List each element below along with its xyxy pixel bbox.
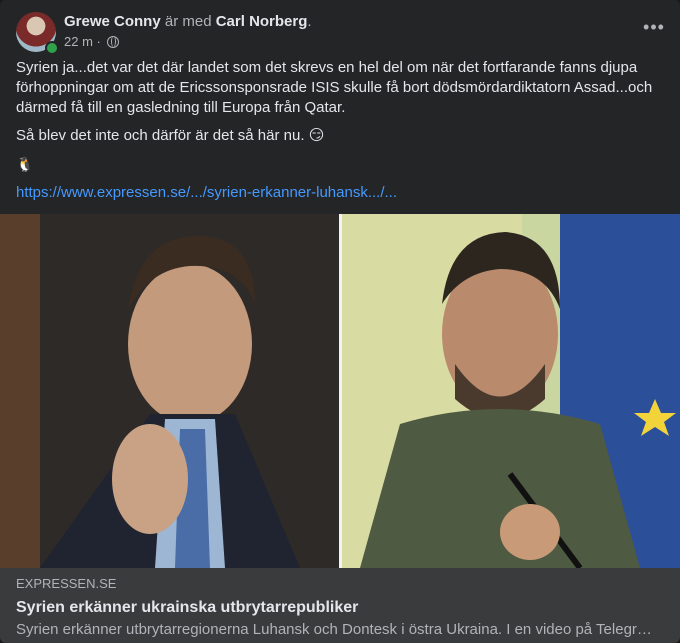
link-preview-image[interactable]: [0, 214, 680, 568]
period: .: [307, 13, 312, 30]
author-line: Grewe Conny är med Carl Norberg.: [64, 13, 312, 31]
article-link[interactable]: https://www.expressen.se/.../syrien-erka…: [16, 184, 397, 201]
preview-photo-collage: [0, 214, 680, 568]
more-options-button[interactable]: •••: [640, 18, 668, 42]
body-paragraph-2: Så blev det inte och därför är det så hä…: [16, 126, 666, 146]
with-text: är med: [164, 13, 212, 30]
online-status-icon: [45, 41, 59, 55]
meta-separator: ·: [96, 34, 101, 49]
smirk-emoji-icon: 😏: [308, 127, 325, 144]
body-paragraph-1: Syrien ja...det var det där landet som d…: [16, 59, 653, 116]
body-paragraph-4: https://www.expressen.se/.../syrien-erka…: [16, 183, 666, 203]
preview-description: Syrien erkänner utbrytarregionerna Luhan…: [16, 621, 652, 638]
body-paragraph-2-text: Så blev det inte och därför är det så hä…: [16, 127, 305, 144]
link-preview-card[interactable]: EXPRESSEN.SE Syrien erkänner ukrainska u…: [0, 568, 680, 643]
author-name[interactable]: Grewe Conny: [64, 13, 161, 30]
preview-domain: EXPRESSEN.SE: [16, 576, 117, 591]
public-globe-icon[interactable]: [106, 36, 119, 48]
penguin-emoji-icon: 🐧: [16, 156, 34, 172]
tagged-name[interactable]: Carl Norberg: [216, 13, 308, 30]
timestamp[interactable]: 22 m: [64, 34, 93, 49]
post-header: Grewe Conny är med Carl Norberg. 22 m · …: [16, 12, 664, 55]
preview-headline[interactable]: Syrien erkänner ukrainska utbrytarrepubl…: [16, 598, 664, 618]
post-meta: 22 m ·: [64, 34, 119, 50]
body-paragraph-3: 🐧: [16, 154, 666, 175]
post-card: Grewe Conny är med Carl Norberg. 22 m · …: [0, 0, 680, 643]
post-body: Syrien ja...det var det där landet som d…: [16, 58, 666, 211]
